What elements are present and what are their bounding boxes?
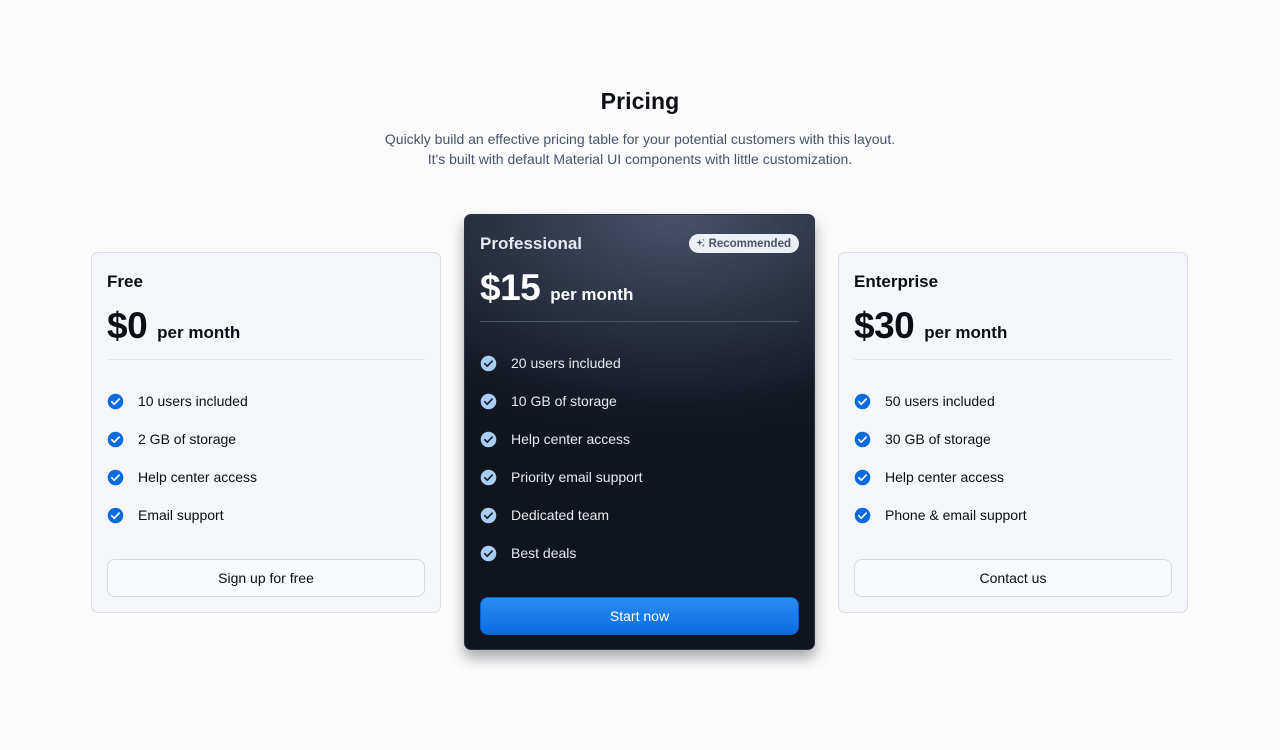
start-now-button[interactable]: Start now — [480, 597, 799, 635]
feature-item: 2 GB of storage — [107, 420, 257, 458]
feature-label: 10 GB of storage — [511, 393, 617, 409]
check-circle-icon — [854, 431, 871, 447]
feature-list: 50 users included 30 GB of storage Help … — [854, 382, 1027, 534]
check-circle-icon — [107, 469, 124, 485]
pricing-header: Pricing Quickly build an effective prici… — [0, 88, 1280, 169]
feature-item: Help center access — [480, 420, 643, 458]
feature-item: Best deals — [480, 534, 643, 572]
feature-item: 20 users included — [480, 344, 643, 382]
feature-item: Phone & email support — [854, 496, 1027, 534]
feature-label: 50 users included — [885, 393, 995, 409]
subtitle-line-2: It's built with default Material UI comp… — [427, 151, 853, 167]
feature-label: Best deals — [511, 545, 577, 561]
feature-label: Email support — [138, 507, 224, 523]
check-circle-icon — [480, 393, 497, 409]
feature-item: Dedicated team — [480, 496, 643, 534]
feature-item: 30 GB of storage — [854, 420, 1027, 458]
feature-item: Email support — [107, 496, 257, 534]
contact-us-button[interactable]: Contact us — [854, 559, 1172, 597]
feature-item: Help center access — [854, 458, 1027, 496]
check-circle-icon — [854, 393, 871, 409]
plan-price: $0 — [107, 305, 148, 346]
plan-card-free: Free $0 per month 10 users included 2 GB… — [91, 252, 441, 613]
check-circle-icon — [107, 393, 124, 409]
pricing-page: Pricing Quickly build an effective prici… — [0, 0, 1280, 750]
feature-label: Phone & email support — [885, 507, 1027, 523]
feature-item: 10 GB of storage — [480, 382, 643, 420]
recommended-badge: Recommended — [688, 234, 799, 253]
feature-label: Dedicated team — [511, 507, 610, 523]
plan-name: Free — [107, 272, 143, 291]
feature-label: Help center access — [885, 469, 1005, 485]
check-circle-icon — [480, 545, 497, 561]
feature-list: 20 users included 10 GB of storage Help … — [480, 344, 643, 572]
plan-name: Enterprise — [854, 272, 939, 291]
check-circle-icon — [854, 507, 871, 523]
divider — [480, 321, 799, 322]
check-circle-icon — [107, 507, 124, 523]
check-circle-icon — [480, 469, 497, 485]
check-circle-icon — [480, 431, 497, 447]
price-row: $30 per month — [854, 305, 1007, 347]
check-circle-icon — [854, 469, 871, 485]
feature-label: Priority email support — [511, 469, 643, 485]
feature-label: 2 GB of storage — [138, 431, 237, 447]
feature-label: 20 users included — [511, 355, 621, 371]
feature-item: 10 users included — [107, 382, 257, 420]
plan-name: Professional — [480, 234, 583, 253]
plan-period: per month — [550, 285, 634, 304]
feature-item: Priority email support — [480, 458, 643, 496]
check-circle-icon — [480, 507, 497, 523]
plan-card-professional: Professional Recommended $15 per month 2… — [464, 214, 815, 650]
sparkle-icon — [695, 238, 705, 247]
feature-item: Help center access — [107, 458, 257, 496]
sign-up-free-button[interactable]: Sign up for free — [107, 559, 425, 597]
price-row: $0 per month — [107, 305, 240, 347]
plan-card-enterprise: Enterprise $30 per month 50 users includ… — [838, 252, 1188, 613]
plan-period: per month — [157, 323, 241, 342]
divider — [107, 359, 425, 360]
feature-item: 50 users included — [854, 382, 1027, 420]
subtitle-line-1: Quickly build an effective pricing table… — [384, 131, 896, 147]
feature-label: 10 users included — [138, 393, 248, 409]
plan-period: per month — [924, 323, 1008, 342]
price-row: $15 per month — [480, 267, 633, 309]
feature-list: 10 users included 2 GB of storage Help c… — [107, 382, 257, 534]
page-subtitle: Quickly build an effective pricing table… — [0, 129, 1280, 169]
page-title: Pricing — [600, 88, 680, 114]
check-circle-icon — [480, 355, 497, 371]
feature-label: Help center access — [511, 431, 631, 447]
feature-label: Help center access — [138, 469, 258, 485]
check-circle-icon — [107, 431, 124, 447]
plan-price: $30 — [854, 305, 915, 346]
divider — [854, 359, 1172, 360]
plan-price: $15 — [480, 267, 541, 308]
feature-label: 30 GB of storage — [885, 431, 991, 447]
badge-label: Recommended — [708, 237, 791, 250]
